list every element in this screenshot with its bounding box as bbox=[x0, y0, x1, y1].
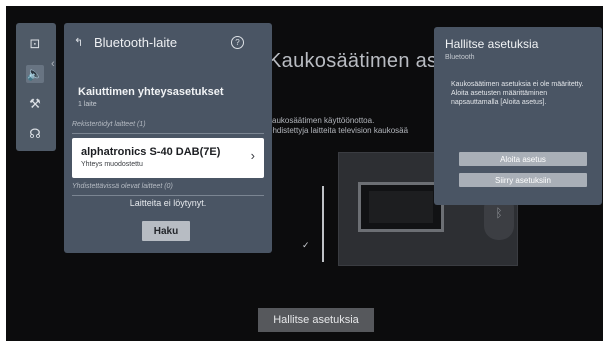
settings-rail: ⊡ 🔈 ⚒ ☊ bbox=[16, 23, 56, 151]
speaker-connection-settings-title[interactable]: Kaiuttimen yhteysasetukset bbox=[78, 86, 224, 98]
background-description-line: kaukosäätimen käyttöönottoa. bbox=[268, 116, 375, 125]
registered-devices-header: Rekisteröidyt laitteet (1) bbox=[72, 121, 146, 128]
speaker-connection-count: 1 laite bbox=[78, 101, 97, 108]
section-divider bbox=[72, 133, 264, 134]
manage-settings-button[interactable]: Hallitse asetuksia bbox=[258, 308, 374, 332]
no-devices-message: Laitteita ei löytynyt. bbox=[129, 198, 207, 208]
section-divider bbox=[72, 195, 264, 196]
start-setup-button[interactable]: Aloita asetus bbox=[459, 152, 587, 166]
device-item[interactable]: alphatronics S-40 DAB(7E) Yhteys muodost… bbox=[72, 138, 264, 178]
background-description: kaukosäätimen käyttöönottoa. ohdistettyj… bbox=[268, 116, 408, 136]
tv-illustration-icon bbox=[358, 182, 444, 232]
wrench-icon[interactable]: ⚒ bbox=[26, 95, 44, 113]
help-icon[interactable]: ? bbox=[231, 36, 244, 49]
bluetooth-device-panel: ↰ Bluetooth-laite ? Kaiuttimen yhteysase… bbox=[64, 23, 272, 253]
tv-screen: Kaukosäätimen asetukset kaukosäätimen kä… bbox=[6, 6, 603, 341]
back-icon[interactable]: ↰ bbox=[74, 36, 83, 49]
background-description-line: ohdistettyja laitteita television kaukos… bbox=[268, 126, 409, 135]
device-status: Yhteys muodostettu bbox=[81, 161, 143, 168]
speaker-icon[interactable]: 🔈 bbox=[26, 65, 44, 83]
manage-settings-popup: Hallitse asetuksia Bluetooth Kaukosäätim… bbox=[434, 27, 602, 205]
popup-subtitle: Bluetooth bbox=[445, 54, 475, 61]
picture-settings-icon[interactable]: ⊡ bbox=[26, 35, 44, 53]
go-to-settings-button[interactable]: Siirry asetuksiin bbox=[459, 173, 587, 187]
popup-message: Kaukosäätimen asetuksia ei ole määritett… bbox=[451, 81, 584, 106]
search-button[interactable]: Haku bbox=[142, 221, 190, 241]
headset-icon[interactable]: ☊ bbox=[26, 125, 44, 143]
chevron-left-icon: ‹ bbox=[51, 58, 55, 70]
panel-title: Bluetooth-laite bbox=[94, 35, 178, 50]
panel-header: ↰ Bluetooth-laite ? bbox=[74, 35, 262, 56]
check-icon: ✓ bbox=[302, 240, 310, 250]
available-devices-header: Yhdistettävissä olevat laitteet (0) bbox=[72, 183, 173, 190]
divider-line bbox=[322, 186, 324, 262]
chevron-right-icon: › bbox=[250, 148, 255, 163]
popup-title: Hallitse asetuksia bbox=[445, 37, 539, 51]
device-name: alphatronics S-40 DAB(7E) bbox=[81, 146, 221, 158]
